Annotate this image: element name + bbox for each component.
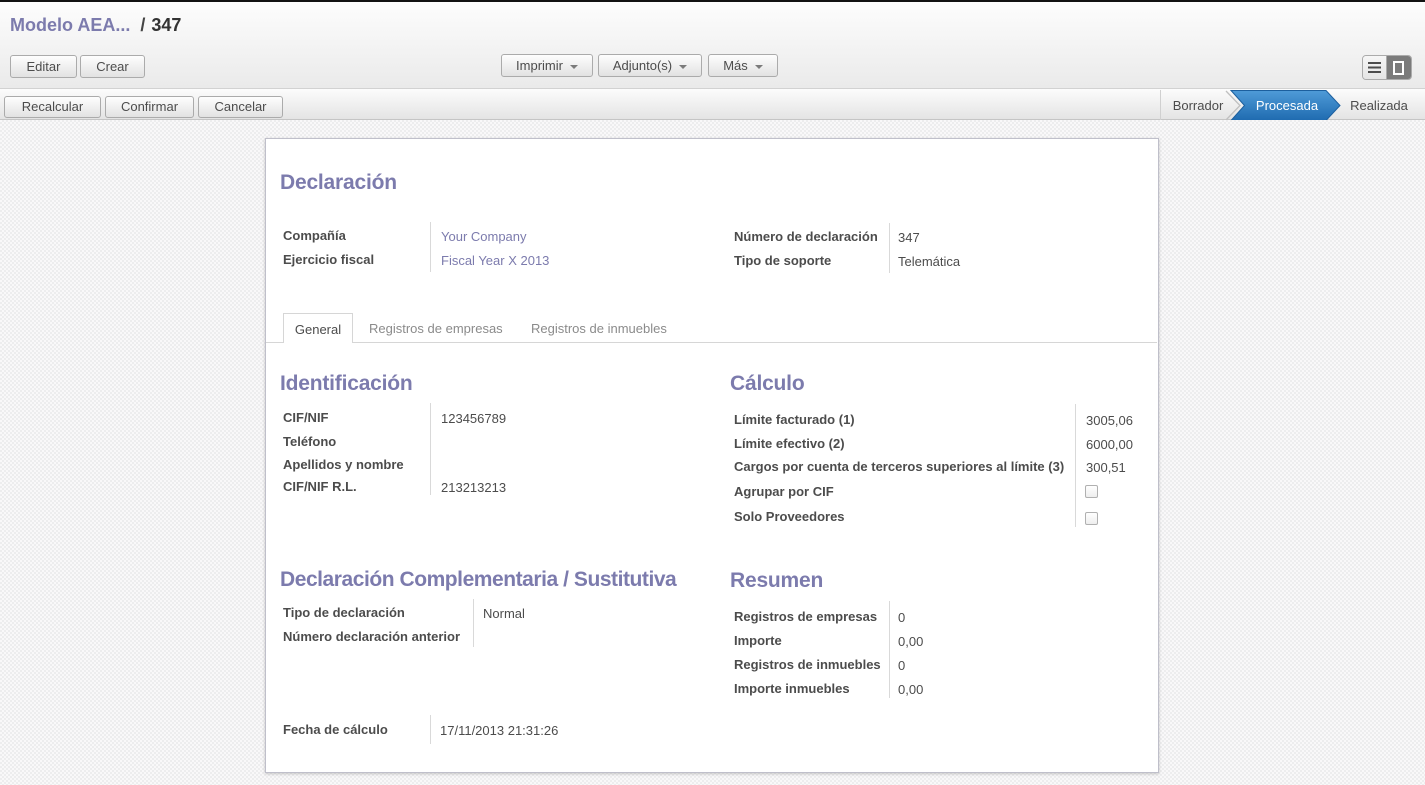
svg-text:Realizada: Realizada: [1350, 98, 1409, 113]
svg-text:Borrador: Borrador: [1173, 98, 1224, 113]
svg-text:Procesada: Procesada: [1256, 98, 1319, 113]
